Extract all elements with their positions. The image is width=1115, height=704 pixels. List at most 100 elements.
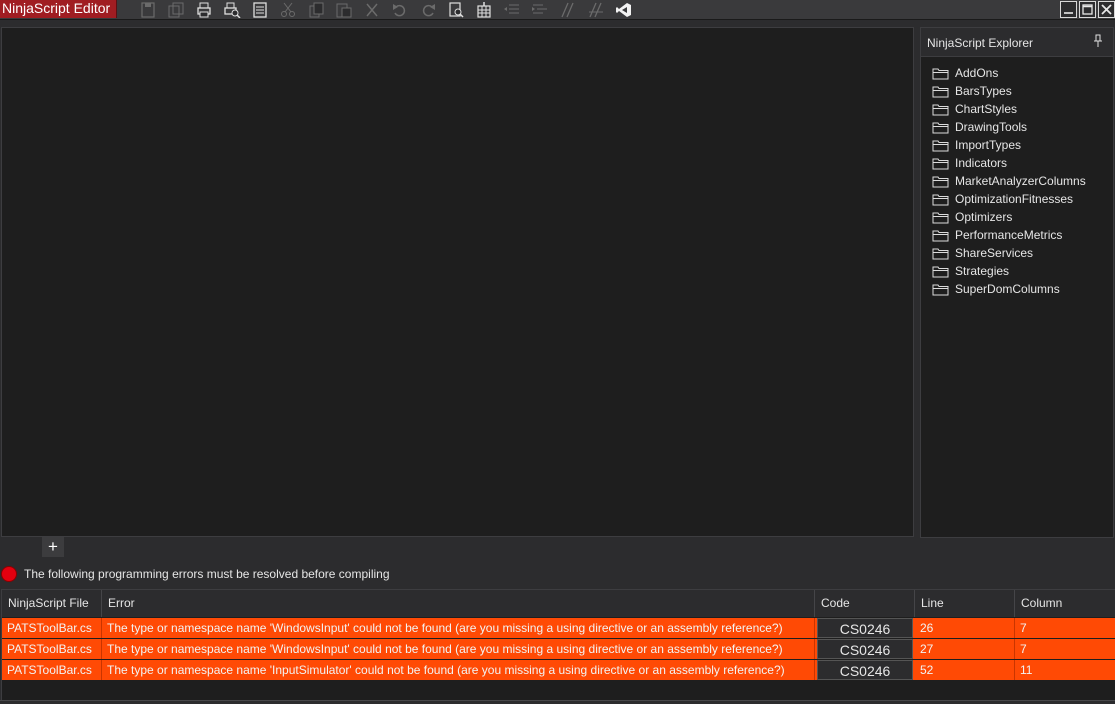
pin-icon[interactable] <box>1093 34 1103 48</box>
folder-icon <box>932 158 949 169</box>
folder-icon <box>932 68 949 79</box>
folder-item[interactable]: Strategies <box>932 262 1086 280</box>
folder-item[interactable]: AddOns <box>932 64 1086 82</box>
explorer-header: NinjaScript Explorer <box>921 28 1113 57</box>
table-row[interactable]: PATSToolBar.cs The type or namespace nam… <box>2 639 1115 659</box>
cell-column: 11 <box>1020 663 1033 677</box>
folder-label: AddOns <box>955 66 999 80</box>
folder-item[interactable]: ChartStyles <box>932 100 1086 118</box>
folder-label: ShareServices <box>955 246 1034 260</box>
error-list-table: NinjaScript File Error Code Line Column … <box>1 589 1115 701</box>
column-header-line[interactable]: Line <box>915 590 1015 617</box>
cell-code: CS0246 <box>817 660 913 680</box>
find-icon[interactable] <box>442 0 470 19</box>
table-header: NinjaScript File Error Code Line Column <box>2 590 1115 617</box>
column-header-column[interactable]: Column <box>1015 590 1115 617</box>
folder-icon <box>932 194 949 205</box>
folder-label: MarketAnalyzerColumns <box>955 174 1086 188</box>
cell-error: The type or namespace name 'WindowsInput… <box>102 618 815 638</box>
title-bar: NinjaScript Editor <box>0 0 1115 20</box>
undo-icon[interactable] <box>386 0 414 19</box>
column-header-code[interactable]: Code <box>815 590 915 617</box>
folder-item[interactable]: ImportTypes <box>932 136 1086 154</box>
column-header-error[interactable]: Error <box>102 590 815 617</box>
error-notice-text: The following programming errors must be… <box>24 567 390 581</box>
folder-item[interactable]: SuperDomColumns <box>932 280 1086 298</box>
table-row[interactable]: PATSToolBar.cs The type or namespace nam… <box>2 660 1115 680</box>
print-preview-icon[interactable] <box>218 0 246 19</box>
toolbar <box>134 0 638 19</box>
folder-item[interactable]: Optimizers <box>932 208 1086 226</box>
ninjascript-explorer: NinjaScript Explorer AddOns BarsTypes Ch… <box>920 27 1114 538</box>
folder-icon <box>932 212 949 223</box>
folder-label: Indicators <box>955 156 1008 170</box>
comment-icon[interactable] <box>554 0 582 19</box>
folder-icon <box>932 284 949 295</box>
cell-column: 7 <box>1020 642 1027 656</box>
error-status-icon <box>1 566 17 582</box>
visual-studio-icon[interactable] <box>610 0 638 19</box>
folder-item[interactable]: DrawingTools <box>932 118 1086 136</box>
window-title: NinjaScript Editor <box>0 0 118 18</box>
folder-label: PerformanceMetrics <box>955 228 1063 242</box>
folder-icon <box>932 140 949 151</box>
redo-icon[interactable] <box>414 0 442 19</box>
code-editor-area[interactable] <box>1 27 914 537</box>
folder-item[interactable]: BarsTypes <box>932 82 1086 100</box>
folder-icon <box>932 104 949 115</box>
divider <box>0 700 1115 701</box>
cell-file: PATSToolBar.cs <box>2 618 102 638</box>
cell-error: The type or namespace name 'InputSimulat… <box>102 660 815 680</box>
folder-icon <box>932 230 949 241</box>
folder-item[interactable]: MarketAnalyzerColumns <box>932 172 1086 190</box>
error-notice: The following programming errors must be… <box>1 566 390 582</box>
close-icon[interactable] <box>1098 1 1115 18</box>
folder-item[interactable]: PerformanceMetrics <box>932 226 1086 244</box>
folder-label: Strategies <box>955 264 1010 278</box>
column-header-file[interactable]: NinjaScript File <box>2 590 102 617</box>
folder-icon <box>932 248 949 259</box>
explorer-folder-list: AddOns BarsTypes ChartStyles DrawingTool… <box>932 64 1086 298</box>
folder-label: Optimizers <box>955 210 1013 224</box>
cut-icon[interactable] <box>274 0 302 19</box>
cell-line: 52 <box>915 660 1015 680</box>
folder-icon <box>932 266 949 277</box>
add-tab-button[interactable]: + <box>42 537 64 557</box>
maximize-icon[interactable] <box>1079 1 1096 18</box>
cell-file: PATSToolBar.cs <box>2 639 102 659</box>
window-controls <box>1060 0 1115 18</box>
folder-label: ImportTypes <box>955 138 1022 152</box>
explorer-title: NinjaScript Explorer <box>927 36 1034 50</box>
cell-code: CS0246 <box>817 639 913 659</box>
outdent-icon[interactable] <box>498 0 526 19</box>
save-icon[interactable] <box>134 0 162 19</box>
folder-item[interactable]: OptimizationFitnesses <box>932 190 1086 208</box>
cell-code: CS0246 <box>817 618 913 638</box>
copy-icon[interactable] <box>302 0 330 19</box>
delete-icon[interactable] <box>358 0 386 19</box>
cell-file: PATSToolBar.cs <box>2 660 102 680</box>
table-row[interactable]: PATSToolBar.cs The type or namespace nam… <box>2 618 1115 638</box>
folder-icon <box>932 176 949 187</box>
folder-label: BarsTypes <box>955 84 1012 98</box>
folder-item[interactable]: Indicators <box>932 154 1086 172</box>
folder-label: OptimizationFitnesses <box>955 192 1074 206</box>
cell-column: 7 <box>1020 621 1027 635</box>
cell-error: The type or namespace name 'WindowsInput… <box>102 639 815 659</box>
paste-icon[interactable] <box>330 0 358 19</box>
folder-item[interactable]: ShareServices <box>932 244 1086 262</box>
compile-icon[interactable] <box>470 0 498 19</box>
save-all-icon[interactable] <box>162 0 190 19</box>
folder-label: DrawingTools <box>955 120 1028 134</box>
folder-label: SuperDomColumns <box>955 282 1060 296</box>
folder-label: ChartStyles <box>955 102 1018 116</box>
print-icon[interactable] <box>190 0 218 19</box>
uncomment-icon[interactable] <box>582 0 610 19</box>
cell-line: 26 <box>915 618 1015 638</box>
folder-icon <box>932 122 949 133</box>
minimize-icon[interactable] <box>1060 1 1077 18</box>
properties-icon[interactable] <box>246 0 274 19</box>
indent-icon[interactable] <box>526 0 554 19</box>
folder-icon <box>932 86 949 97</box>
cell-line: 27 <box>915 639 1015 659</box>
